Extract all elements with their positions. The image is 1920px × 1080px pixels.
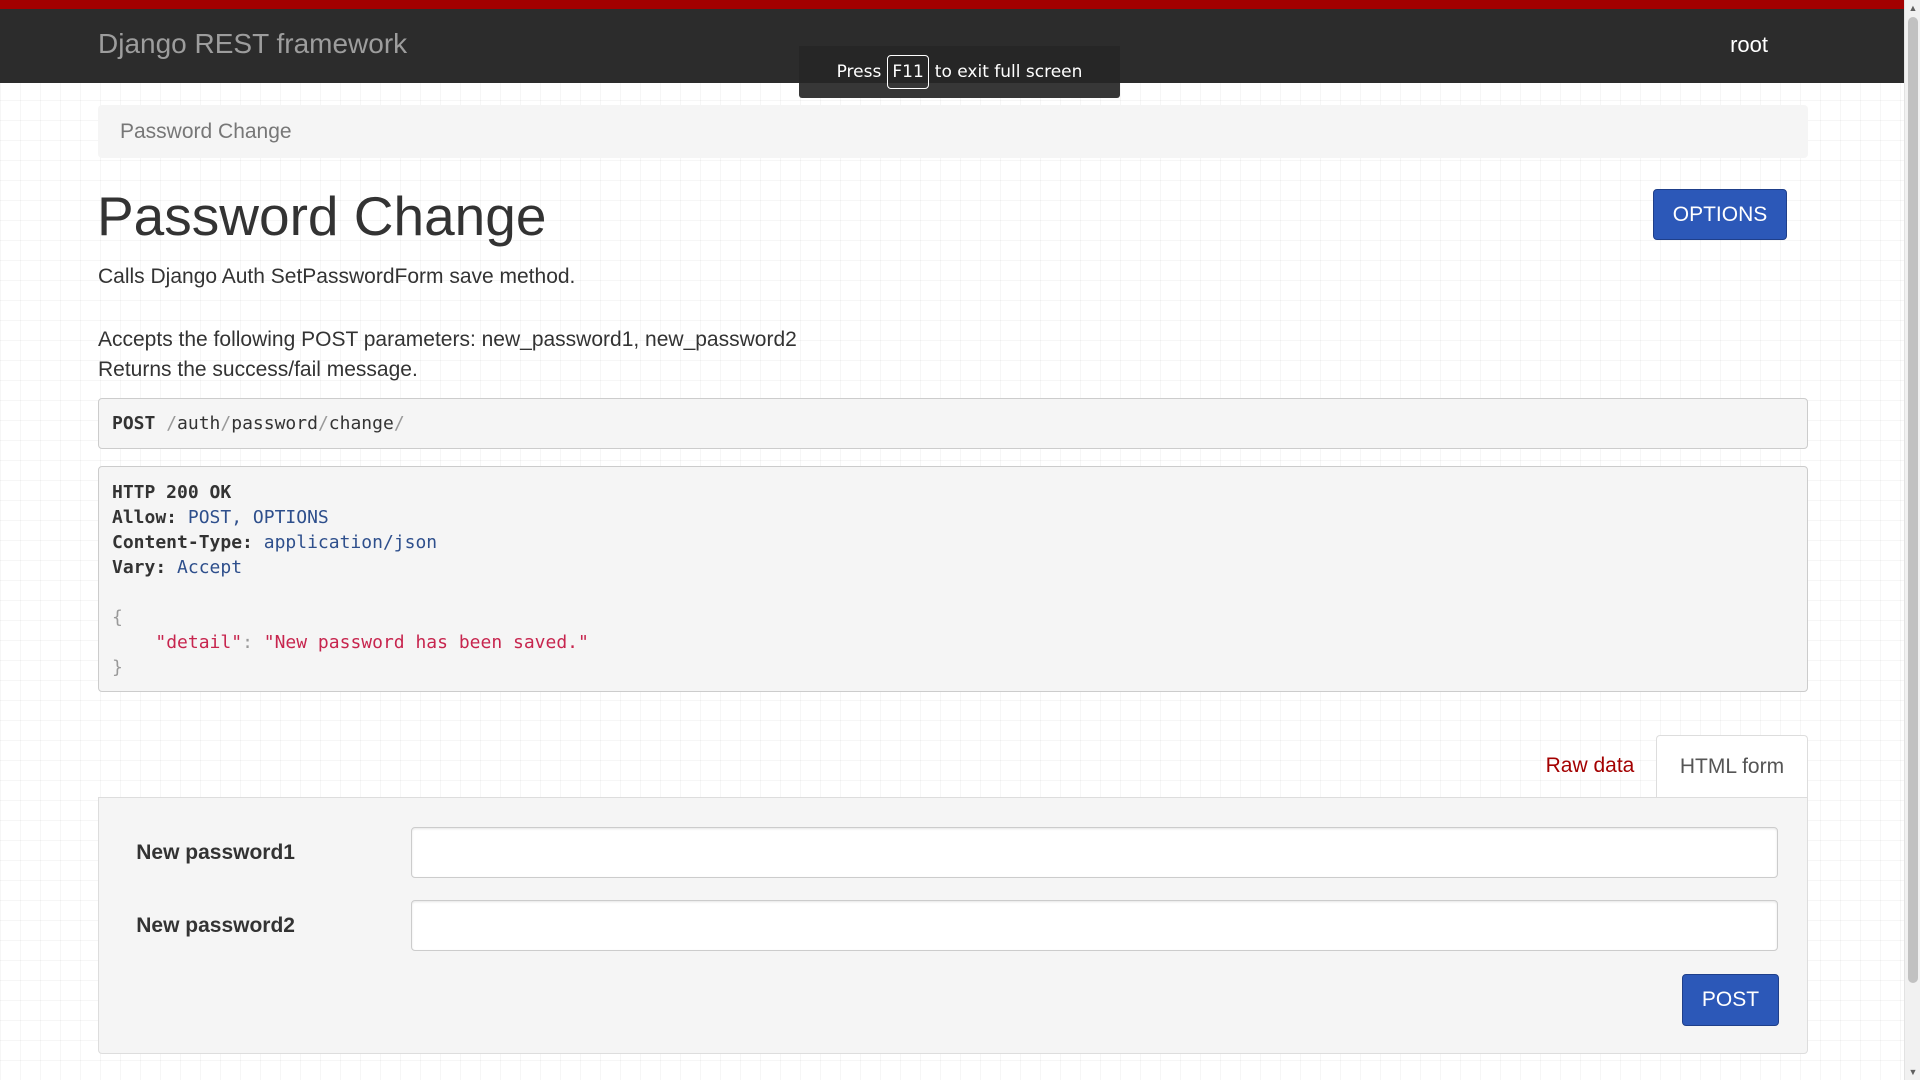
response-info: HTTP 200 OK Allow: POST, OPTIONS Content… bbox=[98, 466, 1808, 692]
header-name: Content-Type: bbox=[112, 532, 253, 553]
description-summary: Calls Django Auth SetPasswordForm save m… bbox=[98, 265, 576, 288]
response-header-allow: Allow: POST, OPTIONS bbox=[112, 505, 1794, 530]
response-status: HTTP 200 OK bbox=[112, 482, 232, 503]
scroll-down-icon[interactable]: ▼ bbox=[1905, 1064, 1920, 1080]
new-password2-input[interactable] bbox=[411, 900, 1778, 951]
fullscreen-notice-suffix: to exit full screen bbox=[934, 62, 1083, 82]
header-name: Allow: bbox=[112, 507, 178, 528]
header-value: application/json bbox=[263, 532, 438, 553]
json-key: "detail" bbox=[155, 632, 243, 653]
header-value: POST, OPTIONS bbox=[187, 507, 329, 528]
header-name: Vary: bbox=[112, 557, 167, 578]
page-title: Password Change bbox=[97, 185, 547, 247]
brand-link[interactable]: Django REST framework bbox=[98, 28, 407, 60]
json-open-brace: { bbox=[112, 607, 123, 628]
breadcrumb: Password Change bbox=[98, 105, 1808, 158]
post-button[interactable]: POST bbox=[1682, 974, 1779, 1026]
f11-key: F11 bbox=[887, 55, 929, 89]
new-password1-input[interactable] bbox=[411, 827, 1778, 878]
request-path-auth: auth bbox=[177, 413, 221, 434]
description-details: Accepts the following POST parameters: n… bbox=[98, 325, 797, 385]
fullscreen-notice-prefix: Press bbox=[836, 62, 882, 82]
request-method: POST bbox=[112, 413, 156, 434]
html-form-panel: New password1 New password2 POST bbox=[98, 797, 1808, 1054]
response-header-vary: Vary: Accept bbox=[112, 555, 1794, 580]
header-value: Accept bbox=[177, 557, 243, 578]
response-header-content-type: Content-Type: application/json bbox=[112, 530, 1794, 555]
new-password2-label: New password2 bbox=[136, 914, 295, 937]
options-button[interactable]: OPTIONS bbox=[1653, 189, 1787, 240]
user-menu[interactable]: root bbox=[1730, 32, 1768, 58]
scroll-up-icon[interactable]: ▲ bbox=[1905, 0, 1920, 16]
request-info: POST /auth/password/change/ bbox=[98, 398, 1808, 449]
description-params: Accepts the following POST parameters: n… bbox=[98, 328, 797, 351]
json-close-brace: } bbox=[112, 657, 123, 678]
new-password1-label: New password1 bbox=[136, 841, 295, 864]
tab-raw-data[interactable]: Raw data bbox=[1525, 736, 1655, 796]
request-path-password: password bbox=[231, 413, 318, 434]
vertical-scrollbar[interactable]: ▲ ▼ bbox=[1904, 0, 1920, 1080]
description-returns: Returns the success/fail message. bbox=[98, 358, 418, 381]
breadcrumb-item-active: Password Change bbox=[120, 120, 292, 143]
json-detail-line: "detail": "New password has been saved." bbox=[155, 632, 589, 653]
page: Django REST framework root Password Chan… bbox=[0, 0, 1904, 1080]
fullscreen-notice: Press F11 to exit full screen bbox=[799, 46, 1120, 98]
tab-html-form[interactable]: HTML form bbox=[1656, 735, 1808, 798]
json-value: "New password has been saved." bbox=[263, 632, 589, 653]
request-path-change: change bbox=[328, 413, 394, 434]
scrollbar-thumb[interactable] bbox=[1908, 17, 1918, 983]
